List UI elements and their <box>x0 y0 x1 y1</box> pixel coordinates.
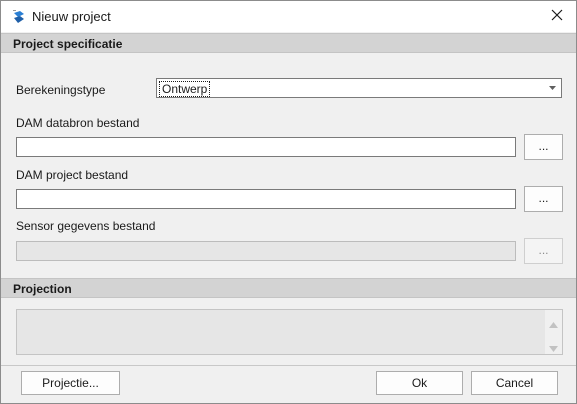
cancel-button[interactable]: Cancel <box>471 371 558 395</box>
title-bar: Nieuw project <box>1 1 576 32</box>
footer-divider <box>1 365 576 366</box>
projectie-button[interactable]: Projectie... <box>21 371 120 395</box>
close-icon <box>551 9 563 24</box>
calc-type-select[interactable]: Ontwerp <box>156 78 562 98</box>
chevron-down-icon[interactable] <box>544 79 561 97</box>
sensor-file-input <box>16 241 516 261</box>
project-file-browse-button[interactable]: ... <box>524 186 563 212</box>
databron-label: DAM databron bestand <box>16 116 140 130</box>
app-logo-icon <box>11 9 27 25</box>
projection-scrollbar[interactable] <box>545 310 562 354</box>
ok-button[interactable]: Ok <box>376 371 463 395</box>
new-project-dialog: Nieuw project Project specificatie Berek… <box>0 0 577 404</box>
project-file-label: DAM project bestand <box>16 168 129 182</box>
close-button[interactable] <box>542 3 572 29</box>
sensor-file-browse-button: ... <box>524 238 563 264</box>
calc-type-selected-value: Ontwerp <box>159 81 211 97</box>
section-header-project-specificatie: Project specificatie <box>1 33 576 53</box>
section-header-projection: Projection <box>1 278 576 298</box>
window-title: Nieuw project <box>32 9 111 24</box>
scroll-down-icon[interactable] <box>549 341 558 352</box>
projection-textbox <box>16 309 563 355</box>
databron-browse-button[interactable]: ... <box>524 134 563 160</box>
calc-type-label: Berekeningstype <box>16 83 106 97</box>
scroll-up-icon[interactable] <box>549 317 558 328</box>
project-file-input[interactable] <box>16 189 516 209</box>
sensor-file-label: Sensor gegevens bestand <box>16 219 156 233</box>
databron-file-input[interactable] <box>16 137 516 157</box>
